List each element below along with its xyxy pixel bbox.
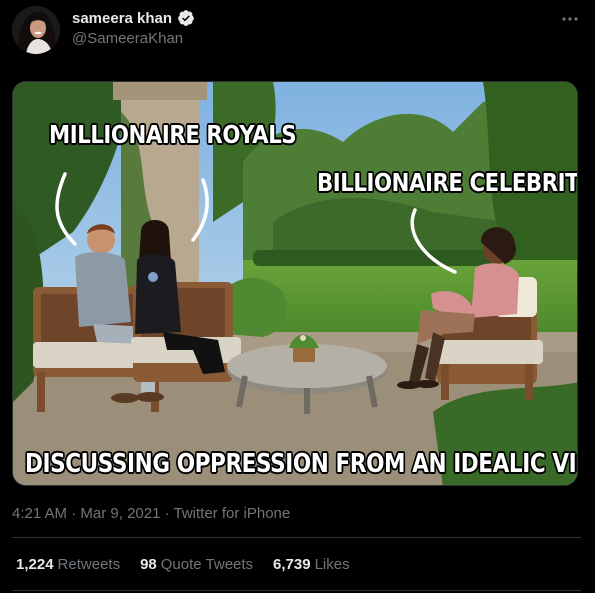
tweet-media-image[interactable]: MILLIONAIRE ROYALS BILLIONAIRE CELEBRITY… [12, 81, 578, 486]
tweet-timestamp: 4:21 AM · Mar 9, 2021 · Twitter for iPho… [12, 505, 290, 522]
likes-stat[interactable]: 6,739 Likes [273, 556, 350, 573]
more-options-icon[interactable] [559, 9, 581, 29]
media-caption-billionaire: BILLIONAIRE CELEBRITY [317, 168, 578, 197]
retweets-stat[interactable]: 1,224 Retweets [16, 556, 120, 573]
retweets-label: Retweets [57, 556, 121, 573]
retweets-count: 1,224 [16, 556, 54, 573]
author-name-row[interactable]: sameera khan [72, 9, 195, 27]
media-caption-millionaire: MILLIONAIRE ROYALS [49, 120, 297, 149]
quote-tweets-stat[interactable]: 98 Quote Tweets [140, 556, 253, 573]
engagement-stats: 1,224 Retweets 98 Quote Tweets 6,739 Likes [16, 556, 350, 573]
quote-tweets-label: Quote Tweets [160, 556, 254, 573]
avatar-photo [12, 6, 60, 54]
display-name[interactable]: sameera khan [72, 10, 172, 27]
likes-label: Likes [314, 556, 350, 573]
timestamp-separator: · [71, 505, 77, 522]
author-handle[interactable]: @SameeraKhan [72, 30, 183, 47]
tweet-source[interactable]: Twitter for iPhone [174, 505, 291, 522]
tweet-date[interactable]: Mar 9, 2021 [80, 505, 160, 522]
divider [12, 590, 581, 591]
media-caption-bottom: DISCUSSING OPPRESSION FROM AN IDEALIC VI… [25, 449, 578, 479]
timestamp-separator: · [164, 505, 170, 522]
avatar[interactable] [12, 6, 60, 54]
divider [12, 537, 581, 538]
quote-tweets-count: 98 [140, 556, 157, 573]
tweet: sameera khan @SameeraKhan MILLIONAIRE RO… [0, 0, 595, 593]
verified-badge-icon [178, 10, 194, 26]
tweet-time[interactable]: 4:21 AM [12, 505, 67, 522]
likes-count: 6,739 [273, 556, 311, 573]
